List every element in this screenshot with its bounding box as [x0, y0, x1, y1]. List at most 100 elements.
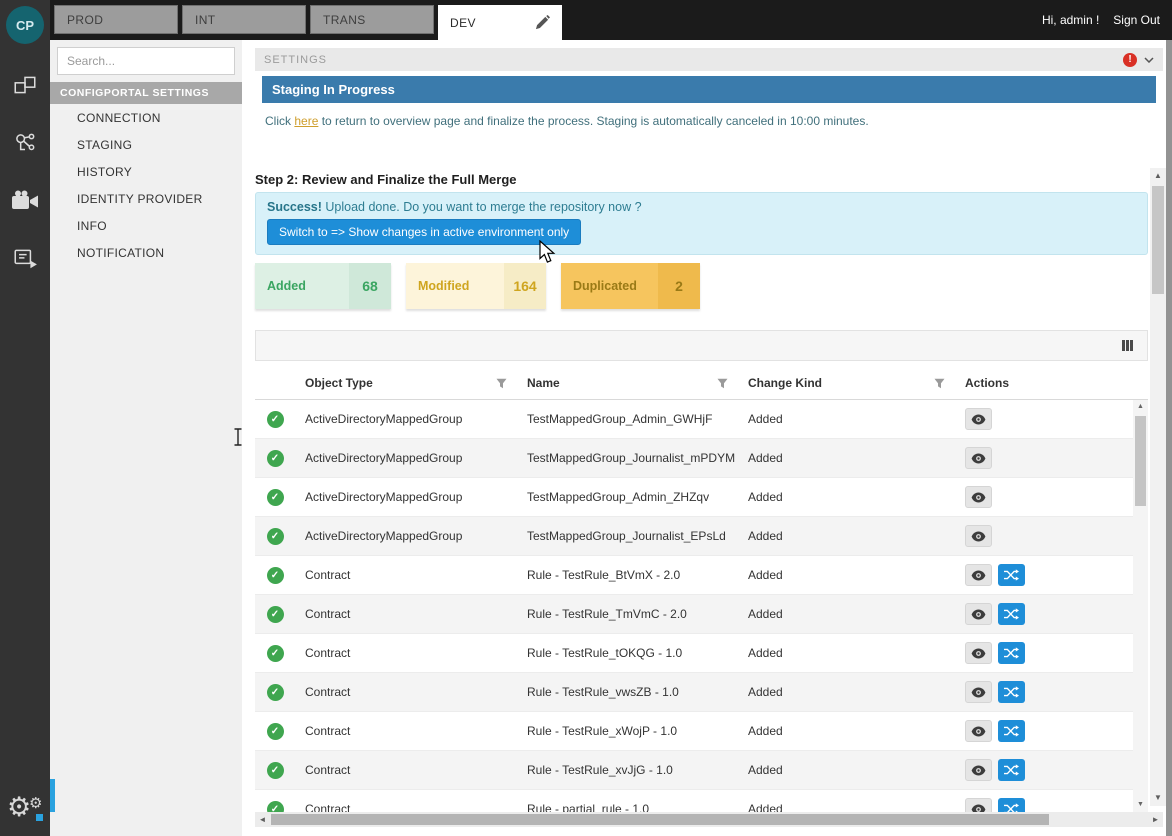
- scrollbar-thumb[interactable]: [1152, 186, 1164, 294]
- success-check-icon: [267, 528, 284, 545]
- row-status-cell: [255, 684, 295, 701]
- header-change-kind[interactable]: Change Kind: [738, 376, 955, 390]
- compare-button[interactable]: [998, 603, 1025, 625]
- name-cell: Rule - TestRule_BtVmX - 2.0: [517, 568, 738, 582]
- sidebar-item-connection[interactable]: CONNECTION: [50, 104, 242, 131]
- view-button[interactable]: [965, 798, 992, 812]
- card-value: 164: [504, 263, 546, 309]
- view-button[interactable]: [965, 525, 992, 547]
- success-check-icon: [267, 684, 284, 701]
- actions-cell: [955, 525, 1133, 547]
- view-button[interactable]: [965, 681, 992, 703]
- view-button[interactable]: [965, 564, 992, 586]
- note-prefix: Click: [265, 114, 294, 128]
- table-row: Contract Rule - TestRule_tOKQG - 1.0 Add…: [255, 634, 1133, 673]
- column-chooser-icon[interactable]: [1121, 339, 1134, 352]
- nav-scroll-accent: [50, 779, 55, 812]
- scroll-down-arrow[interactable]: [1150, 790, 1166, 806]
- view-button[interactable]: [965, 642, 992, 664]
- scroll-up-arrow[interactable]: [1133, 400, 1148, 414]
- view-button[interactable]: [965, 720, 992, 742]
- video-camera-icon[interactable]: [10, 186, 40, 216]
- summary-card-modified[interactable]: Modified 164: [406, 263, 546, 309]
- actions-cell: [955, 408, 1133, 430]
- gear-accent-dot: [36, 814, 43, 821]
- card-label: Added: [255, 263, 349, 309]
- publish-icon[interactable]: [10, 244, 40, 274]
- header-object-type[interactable]: Object Type: [295, 376, 517, 390]
- compare-icon: [1004, 608, 1019, 620]
- actions-cell: [955, 642, 1133, 664]
- scroll-left-arrow[interactable]: [255, 812, 270, 827]
- sidebar-item-history[interactable]: HISTORY: [50, 158, 242, 185]
- scroll-down-arrow[interactable]: [1133, 798, 1148, 812]
- table-body: ActiveDirectoryMappedGroup TestMappedGro…: [255, 400, 1133, 812]
- switch-view-button[interactable]: Switch to => Show changes in active envi…: [267, 219, 581, 245]
- app-logo[interactable]: CP: [6, 6, 44, 44]
- workflow-icon[interactable]: [10, 128, 40, 158]
- scroll-up-arrow[interactable]: [1150, 168, 1166, 184]
- sidebar-item-info[interactable]: INFO: [50, 212, 242, 239]
- summary-card-added[interactable]: Added 68: [255, 263, 391, 309]
- modules-icon[interactable]: [10, 70, 40, 100]
- scrollbar-thumb[interactable]: [1135, 416, 1146, 506]
- here-link[interactable]: here: [294, 114, 318, 128]
- eye-icon: [971, 804, 986, 813]
- scrollbar-thumb[interactable]: [271, 814, 1049, 825]
- changes-table: Object Type Name Change Kind Actions Act…: [255, 330, 1148, 812]
- tab-int[interactable]: INT: [182, 5, 306, 34]
- table-row: Contract Rule - TestRule_TmVmC - 2.0 Add…: [255, 595, 1133, 634]
- name-cell: TestMappedGroup_Admin_ZHZqv: [517, 490, 738, 504]
- eye-icon: [971, 531, 986, 542]
- compare-button[interactable]: [998, 681, 1025, 703]
- object-type-cell: Contract: [295, 802, 517, 812]
- settings-nav-panel: CONFIGPORTAL SETTINGS CONNECTION STAGING…: [50, 40, 242, 836]
- object-type-cell: Contract: [295, 763, 517, 777]
- header-label: Change Kind: [748, 376, 822, 390]
- summary-card-duplicated[interactable]: Duplicated 2: [561, 263, 700, 309]
- view-button[interactable]: [965, 408, 992, 430]
- table-row: Contract Rule - partial_rule - 1.0 Added: [255, 790, 1133, 812]
- row-status-cell: [255, 489, 295, 506]
- merge-success-alert: Success! Upload done. Do you want to mer…: [255, 192, 1148, 255]
- change-kind-cell: Added: [738, 529, 955, 543]
- table-row: Contract Rule - TestRule_xWojP - 1.0 Add…: [255, 712, 1133, 751]
- view-button[interactable]: [965, 486, 992, 508]
- tab-dev[interactable]: DEV: [438, 5, 562, 40]
- settings-gears-icon[interactable]: [7, 796, 45, 828]
- horizontal-scrollbar[interactable]: [255, 812, 1163, 827]
- header-name[interactable]: Name: [517, 376, 738, 390]
- view-button[interactable]: [965, 759, 992, 781]
- sidebar-item-identity-provider[interactable]: IDENTITY PROVIDER: [50, 185, 242, 212]
- app-sidebar: CP: [0, 0, 50, 836]
- compare-button[interactable]: [998, 759, 1025, 781]
- filter-funnel-icon[interactable]: [717, 378, 728, 389]
- sidebar-item-staging[interactable]: STAGING: [50, 131, 242, 158]
- tab-trans[interactable]: TRANS: [310, 5, 434, 34]
- view-button[interactable]: [965, 603, 992, 625]
- search-input[interactable]: [57, 47, 235, 75]
- step-title: Step 2: Review and Finalize the Full Mer…: [255, 172, 517, 187]
- chevron-down-icon[interactable]: [1144, 57, 1154, 63]
- header-label: Actions: [965, 376, 1009, 390]
- filter-funnel-icon[interactable]: [934, 378, 945, 389]
- alert-message: Upload done. Do you want to merge the re…: [322, 200, 642, 214]
- scroll-right-arrow[interactable]: [1148, 812, 1163, 827]
- filter-funnel-icon[interactable]: [496, 378, 507, 389]
- compare-button[interactable]: [998, 564, 1025, 586]
- tab-prod[interactable]: PROD: [54, 5, 178, 34]
- compare-button[interactable]: [998, 720, 1025, 742]
- table-vertical-scrollbar[interactable]: [1133, 400, 1148, 812]
- eye-icon: [971, 687, 986, 698]
- main-vertical-scrollbar[interactable]: [1150, 168, 1166, 806]
- eye-icon: [971, 414, 986, 425]
- sidebar-item-notification[interactable]: NOTIFICATION: [50, 239, 242, 266]
- compare-button[interactable]: [998, 798, 1025, 812]
- compare-button[interactable]: [998, 642, 1025, 664]
- card-label: Modified: [406, 263, 504, 309]
- change-kind-cell: Added: [738, 763, 955, 777]
- change-kind-cell: Added: [738, 451, 955, 465]
- view-button[interactable]: [965, 447, 992, 469]
- table-toolbar: [255, 330, 1148, 361]
- sign-out-link[interactable]: Sign Out: [1113, 13, 1160, 27]
